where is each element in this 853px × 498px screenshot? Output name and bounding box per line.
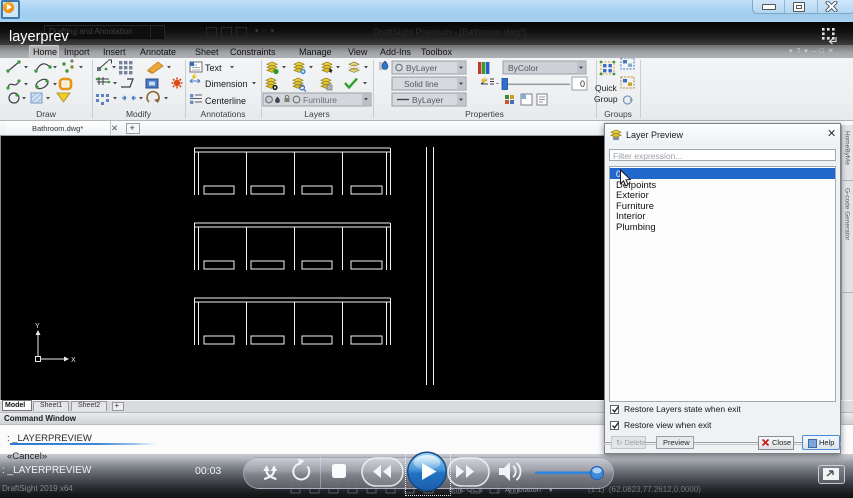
svg-text:X: X	[71, 357, 76, 364]
svg-text:Y: Y	[35, 323, 40, 330]
